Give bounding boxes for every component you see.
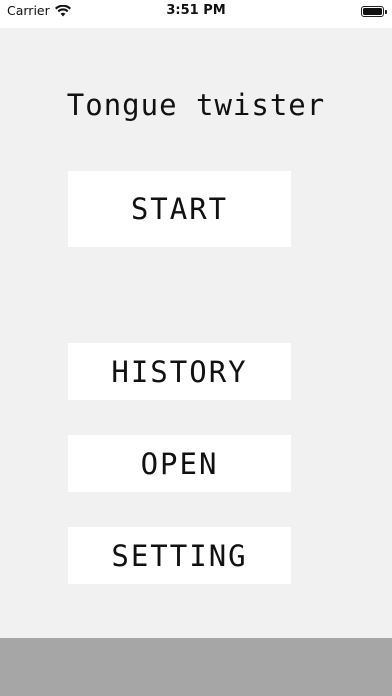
app-title: Tongue twister <box>66 88 326 122</box>
battery-level <box>363 8 382 15</box>
bottom-bar <box>0 638 392 696</box>
open-button[interactable]: OPEN <box>68 435 291 492</box>
history-button[interactable]: HISTORY <box>68 343 291 400</box>
status-bar: Carrier 3:51 PM <box>0 0 392 28</box>
status-time: 3:51 PM <box>166 3 226 18</box>
setting-button[interactable]: SETTING <box>68 527 291 584</box>
start-button[interactable]: START <box>68 171 291 247</box>
battery-tip <box>385 9 387 14</box>
battery-icon <box>361 6 384 17</box>
